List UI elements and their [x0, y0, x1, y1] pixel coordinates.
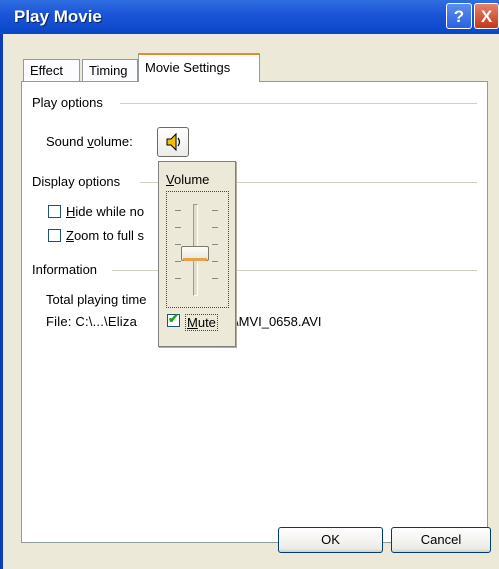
help-button[interactable]: ?: [446, 3, 472, 29]
hide-while-not-playing-checkbox[interactable]: [48, 205, 61, 218]
play-movie-dialog: Play Movie ? X Effect Timing Movie Setti…: [0, 0, 499, 569]
window-title: Play Movie: [14, 7, 102, 26]
tab-panel: [21, 81, 488, 543]
volume-popup-title: Volume: [166, 172, 209, 187]
tab-timing[interactable]: Timing: [82, 59, 138, 81]
tab-effect[interactable]: Effect: [23, 59, 80, 81]
sound-volume-button[interactable]: [157, 127, 189, 157]
zoom-to-full-screen-label: Zoom to full s: [66, 228, 144, 243]
tab-movie-settings[interactable]: Movie Settings: [138, 53, 260, 82]
mute-label: Mute: [185, 314, 218, 331]
hide-label-post: ide while no: [75, 204, 145, 219]
tick-mark: [212, 261, 218, 262]
zoom-label-accel: Z: [66, 228, 74, 243]
total-playing-time: Total playing time: [46, 292, 147, 307]
file-path-prefix: File: C:\...\Eliza: [46, 314, 138, 329]
close-button[interactable]: X: [474, 3, 499, 29]
volume-title-post: olume: [173, 172, 210, 187]
zoom-label-post: oom to full s: [73, 228, 145, 243]
hide-while-not-playing-label: Hide while no: [66, 204, 144, 219]
information-heading: Information: [32, 262, 102, 277]
display-options-heading: Display options: [32, 174, 125, 189]
volume-title-accel: V: [166, 172, 174, 187]
tick-mark: [212, 278, 218, 279]
mute-label-post: ute: [197, 315, 216, 330]
tick-mark: [175, 278, 181, 279]
hide-label-accel: H: [66, 204, 76, 219]
divider: [120, 103, 477, 104]
sound-volume-label-pre: Sound: [46, 134, 88, 149]
volume-slider-thumb[interactable]: [181, 246, 209, 261]
play-options-heading: Play options: [32, 95, 107, 110]
tick-mark: [212, 244, 218, 245]
tick-mark: [175, 244, 181, 245]
tick-mark: [212, 210, 218, 211]
speaker-icon: [166, 132, 181, 152]
tick-mark: [212, 227, 218, 228]
file-path-suffix: \MVI_0658.AVI: [235, 314, 322, 329]
ok-button[interactable]: OK: [278, 527, 383, 553]
tick-mark: [175, 227, 181, 228]
checkmark-icon: ✔: [168, 311, 179, 326]
mute-label-accel: M: [187, 315, 198, 330]
tick-mark: [175, 261, 181, 262]
title-bar[interactable]: Play Movie ? X: [0, 0, 499, 34]
sound-volume-label-post: olume:: [93, 134, 133, 149]
sound-volume-label: Sound volume:: [46, 134, 133, 149]
tick-mark: [175, 210, 181, 211]
cancel-button[interactable]: Cancel: [391, 527, 491, 553]
zoom-to-full-screen-checkbox[interactable]: [48, 229, 61, 242]
